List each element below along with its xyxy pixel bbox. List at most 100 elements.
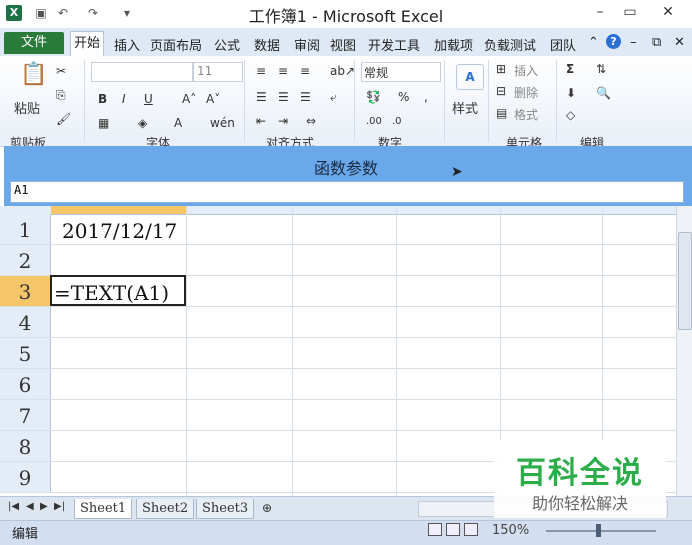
- format-cells-button[interactable]: 格式: [514, 106, 538, 123]
- merge-cells-icon[interactable]: ⇔: [306, 114, 316, 128]
- align-right-icon[interactable]: ☰: [300, 90, 311, 104]
- accounting-format-icon[interactable]: 💱: [366, 90, 381, 104]
- paste-button[interactable]: 粘贴: [14, 98, 40, 117]
- window-min-icon[interactable]: –: [630, 35, 637, 50]
- clear-icon[interactable]: ◇: [566, 108, 575, 122]
- font-name-dropdown[interactable]: [91, 62, 193, 82]
- comma-style-icon[interactable]: ,: [424, 90, 428, 104]
- decrease-indent-icon[interactable]: ⇤: [256, 114, 266, 128]
- underline-button[interactable]: U: [144, 92, 153, 106]
- row-divider: [0, 306, 680, 307]
- styles-button[interactable]: 样式: [452, 98, 478, 117]
- group-divider: [244, 60, 245, 142]
- row-header-9[interactable]: 9: [0, 462, 51, 492]
- tab-team[interactable]: 团队: [550, 35, 576, 54]
- tab-data[interactable]: 数据: [254, 35, 280, 54]
- close-icon[interactable]: ✕: [656, 2, 680, 22]
- watermark-logo-text: 百科全说: [516, 456, 644, 491]
- row-header-6[interactable]: 6: [0, 369, 51, 399]
- border-icon[interactable]: ▦: [98, 116, 109, 130]
- tab-view[interactable]: 视图: [330, 35, 356, 54]
- page-break-view-icon[interactable]: [464, 523, 478, 536]
- tab-home[interactable]: 开始: [70, 31, 105, 56]
- normal-view-icon[interactable]: [428, 523, 442, 536]
- group-divider: [444, 60, 445, 142]
- shrink-font-button[interactable]: A˅: [206, 92, 220, 106]
- row-header-3[interactable]: 3: [0, 276, 51, 306]
- copy-icon[interactable]: ⎘: [56, 88, 66, 103]
- insert-cells-icon[interactable]: ⊞: [496, 62, 506, 76]
- group-divider: [556, 60, 557, 142]
- font-color-icon[interactable]: A: [174, 116, 182, 130]
- page-layout-view-icon[interactable]: [446, 523, 460, 536]
- row-header-7[interactable]: 7: [0, 400, 51, 430]
- align-bottom-icon[interactable]: ≡: [300, 64, 310, 78]
- vertical-scrollbar-thumb[interactable]: [678, 232, 692, 330]
- find-select-icon[interactable]: 🔍: [596, 86, 611, 100]
- increase-indent-icon[interactable]: ⇥: [278, 114, 288, 128]
- tab-page-layout[interactable]: 页面布局: [150, 35, 202, 54]
- tab-load-test[interactable]: 负载测试: [484, 35, 536, 54]
- italic-button[interactable]: I: [122, 92, 126, 106]
- sheet-tab-1[interactable]: Sheet1: [74, 499, 133, 519]
- format-cells-icon[interactable]: ▤: [496, 106, 507, 120]
- percent-icon[interactable]: %: [398, 90, 409, 104]
- last-sheet-icon[interactable]: ▶|: [54, 501, 65, 512]
- row-divider: [0, 399, 680, 400]
- minimize-ribbon-icon[interactable]: ⌃: [588, 35, 599, 50]
- align-middle-icon[interactable]: ≡: [278, 64, 288, 78]
- styles-icon[interactable]: A: [456, 64, 484, 90]
- paste-icon[interactable]: 📋: [20, 62, 47, 87]
- fill-icon[interactable]: ⬇: [566, 86, 576, 100]
- bold-button[interactable]: B: [98, 92, 107, 106]
- row-header-8[interactable]: 8: [0, 431, 51, 461]
- row-header-2[interactable]: 2: [0, 245, 51, 275]
- wrap-text-icon[interactable]: ⤶: [330, 90, 337, 105]
- phonetic-icon[interactable]: wén: [210, 116, 235, 130]
- align-top-icon[interactable]: ≡: [256, 64, 266, 78]
- prev-sheet-icon[interactable]: ◀: [26, 501, 34, 512]
- orientation-icon[interactable]: ab↗: [330, 64, 355, 78]
- dialog-title: 函数参数: [313, 159, 378, 178]
- next-sheet-icon[interactable]: ▶: [40, 501, 48, 512]
- cut-icon[interactable]: ✂: [56, 64, 66, 78]
- sort-filter-icon[interactable]: ⇅: [596, 62, 606, 76]
- autosum-icon[interactable]: Σ: [566, 62, 574, 76]
- row-header-5[interactable]: 5: [0, 338, 51, 368]
- zoom-slider[interactable]: [546, 530, 656, 532]
- column-divider: [186, 206, 187, 496]
- tab-insert[interactable]: 插入: [114, 35, 140, 54]
- window-restore-icon[interactable]: ⧉: [652, 35, 661, 50]
- argument-input[interactable]: [10, 181, 684, 203]
- align-center-icon[interactable]: ☰: [278, 90, 289, 104]
- row-divider: [0, 430, 680, 431]
- fill-color-icon[interactable]: ◈: [138, 116, 147, 130]
- column-header-a[interactable]: [51, 206, 186, 214]
- tab-developer[interactable]: 开发工具: [368, 35, 420, 54]
- row-header-1[interactable]: 1: [0, 214, 51, 244]
- tab-file[interactable]: 文件: [4, 32, 64, 54]
- minimize-icon[interactable]: –: [588, 2, 612, 22]
- help-icon[interactable]: ?: [606, 34, 621, 49]
- row-header-4[interactable]: 4: [0, 307, 51, 337]
- delete-cells-button[interactable]: 删除: [514, 84, 538, 101]
- sheet-tab-3[interactable]: Sheet3: [196, 499, 255, 519]
- zoom-level[interactable]: 150%: [492, 523, 529, 538]
- maximize-icon[interactable]: ▭: [618, 2, 642, 22]
- cell-a1[interactable]: 2017/12/17: [62, 219, 177, 243]
- zoom-slider-knob[interactable]: [596, 524, 601, 537]
- grow-font-button[interactable]: A˄: [182, 92, 196, 106]
- tab-formulas[interactable]: 公式: [214, 35, 240, 54]
- align-left-icon[interactable]: ☰: [256, 90, 267, 104]
- sheet-tab-2[interactable]: Sheet2: [136, 499, 195, 519]
- window-close-icon[interactable]: ✕: [674, 35, 685, 50]
- new-sheet-icon[interactable]: ⊕: [262, 501, 272, 515]
- increase-decimal-icon[interactable]: .00: [366, 116, 382, 127]
- format-painter-icon[interactable]: 🖌: [56, 112, 71, 126]
- tab-addins[interactable]: 加载项: [434, 35, 473, 54]
- tab-review[interactable]: 审阅: [294, 35, 320, 54]
- first-sheet-icon[interactable]: |◀: [8, 501, 19, 512]
- decrease-decimal-icon[interactable]: .0: [392, 116, 402, 127]
- insert-cells-button[interactable]: 插入: [514, 62, 538, 79]
- delete-cells-icon[interactable]: ⊟: [496, 84, 506, 98]
